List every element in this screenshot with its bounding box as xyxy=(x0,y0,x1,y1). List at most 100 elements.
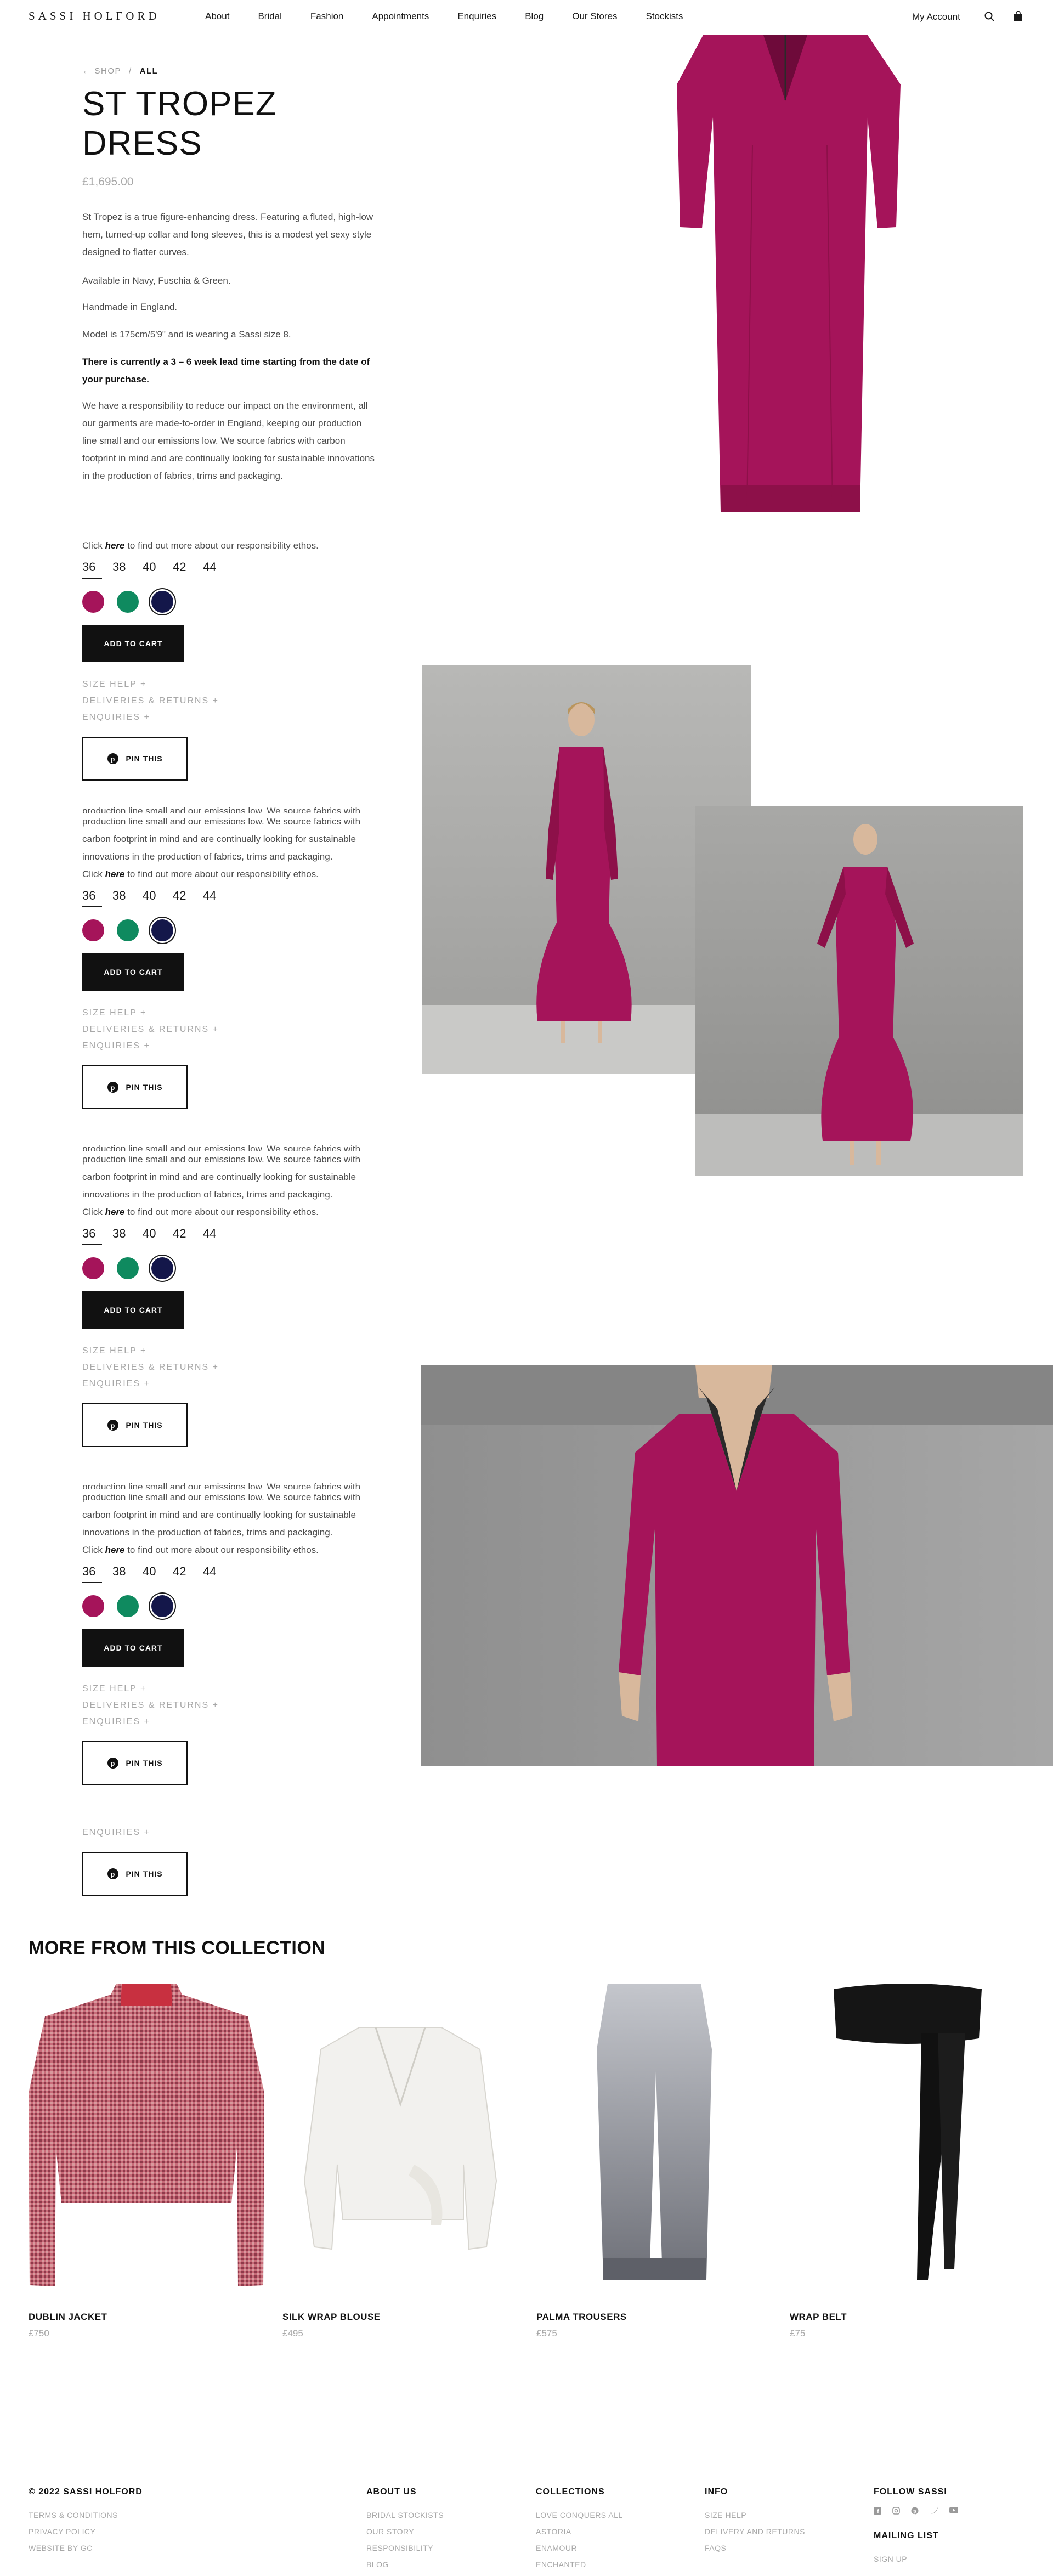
size-option[interactable]: 36 xyxy=(82,1227,102,1245)
instagram-icon[interactable] xyxy=(892,2507,900,2515)
size-help-toggle[interactable]: SIZE HELP + xyxy=(82,1005,389,1021)
pinterest-icon[interactable]: p xyxy=(911,2507,919,2515)
swatch-fuchsia[interactable] xyxy=(82,1595,104,1617)
size-option[interactable]: 42 xyxy=(173,560,203,579)
nav-our-stores[interactable]: Our Stores xyxy=(572,11,617,22)
breadcrumb-shop[interactable]: SHOP xyxy=(95,66,122,76)
swatch-green[interactable] xyxy=(117,1595,139,1617)
add-to-cart-button[interactable]: ADD TO CART xyxy=(82,953,184,991)
size-help-toggle[interactable]: SIZE HELP + xyxy=(82,1343,389,1359)
responsibility-link[interactable]: here xyxy=(105,1545,125,1555)
enquiries-toggle[interactable]: ENQUIRIES + xyxy=(82,1714,389,1730)
size-option[interactable]: 44 xyxy=(203,560,233,579)
collection-item-image[interactable] xyxy=(536,1984,772,2291)
footer-link[interactable]: BRIDAL STOCKISTS xyxy=(366,2507,444,2523)
search-icon[interactable] xyxy=(984,12,994,21)
swatch-fuchsia[interactable] xyxy=(82,1257,104,1279)
add-to-cart-button[interactable]: ADD TO CART xyxy=(82,1629,184,1667)
responsibility-link[interactable]: here xyxy=(105,540,125,551)
size-option[interactable]: 36 xyxy=(82,1564,102,1583)
footer-link[interactable]: SIZE HELP xyxy=(705,2507,805,2523)
add-to-cart-button[interactable]: ADD TO CART xyxy=(82,1291,184,1329)
deliveries-returns-toggle[interactable]: DELIVERIES & RETURNS + xyxy=(82,1697,389,1714)
youtube-icon[interactable] xyxy=(949,2507,958,2513)
swatch-fuchsia[interactable] xyxy=(82,919,104,941)
swatch-green[interactable] xyxy=(117,919,139,941)
twitter-icon[interactable] xyxy=(930,2507,938,2515)
brand-logo[interactable]: SASSI HOLFORD xyxy=(29,9,160,23)
collection-item-image[interactable] xyxy=(790,1984,1026,2291)
pin-this-button[interactable]: p PIN THIS xyxy=(82,1403,188,1447)
nav-fashion[interactable]: Fashion xyxy=(310,11,343,22)
product-image-front[interactable] xyxy=(670,35,901,512)
enquiries-toggle[interactable]: ENQUIRIES + xyxy=(82,1824,389,1841)
collection-item-name[interactable]: SILK WRAP BLOUSE xyxy=(282,2312,381,2323)
nav-blog[interactable]: Blog xyxy=(525,11,544,22)
product-image-detail[interactable] xyxy=(421,1365,1053,1766)
size-option[interactable]: 40 xyxy=(143,889,173,907)
nav-appointments[interactable]: Appointments xyxy=(372,11,429,22)
footer-link-privacy[interactable]: PRIVACY POLICY xyxy=(29,2523,143,2540)
pin-this-button[interactable]: p PIN THIS xyxy=(82,1852,188,1896)
back-arrow-icon[interactable]: ← xyxy=(82,66,92,76)
responsibility-link[interactable]: here xyxy=(105,1207,125,1217)
shopping-bag-icon[interactable] xyxy=(1014,11,1023,21)
size-option[interactable]: 42 xyxy=(173,889,203,907)
size-option[interactable]: 42 xyxy=(173,1227,203,1245)
footer-link[interactable]: OUR STORY xyxy=(366,2523,444,2540)
swatch-green[interactable] xyxy=(117,1257,139,1279)
size-option[interactable]: 36 xyxy=(82,889,102,907)
enquiries-toggle[interactable]: ENQUIRIES + xyxy=(82,709,389,726)
enquiries-toggle[interactable]: ENQUIRIES + xyxy=(82,1376,389,1392)
mailing-signup-link[interactable]: SIGN UP xyxy=(874,2551,958,2567)
footer-link[interactable]: LOVE CONQUERS ALL xyxy=(536,2507,623,2523)
size-option[interactable]: 40 xyxy=(143,560,173,579)
deliveries-returns-toggle[interactable]: DELIVERIES & RETURNS + xyxy=(82,693,389,709)
pin-this-button[interactable]: p PIN THIS xyxy=(82,1741,188,1785)
size-option[interactable]: 40 xyxy=(143,1227,173,1245)
breadcrumb-current[interactable]: ALL xyxy=(140,66,158,76)
swatch-navy[interactable] xyxy=(151,1595,173,1617)
enquiries-toggle[interactable]: ENQUIRIES + xyxy=(82,1038,389,1054)
product-image-model-2[interactable] xyxy=(695,806,1023,1176)
size-help-toggle[interactable]: SIZE HELP + xyxy=(82,676,389,693)
size-option[interactable]: 36 xyxy=(82,560,102,579)
add-to-cart-button[interactable]: ADD TO CART xyxy=(82,625,184,662)
deliveries-returns-toggle[interactable]: DELIVERIES & RETURNS + xyxy=(82,1021,389,1038)
size-option[interactable]: 40 xyxy=(143,1564,173,1583)
footer-link[interactable]: RESPONSIBILITY xyxy=(366,2540,444,2556)
nav-bridal[interactable]: Bridal xyxy=(258,11,281,22)
nav-about[interactable]: About xyxy=(205,11,229,22)
swatch-navy[interactable] xyxy=(151,591,173,613)
footer-link[interactable]: ENAMOUR xyxy=(536,2540,623,2556)
size-option[interactable]: 44 xyxy=(203,1564,233,1583)
nav-stockists[interactable]: Stockists xyxy=(646,11,683,22)
size-option[interactable]: 44 xyxy=(203,889,233,907)
swatch-navy[interactable] xyxy=(151,1257,173,1279)
footer-link[interactable]: FAQS xyxy=(705,2540,805,2556)
footer-link-website-by[interactable]: WEBSITE BY GC xyxy=(29,2540,143,2556)
footer-link[interactable]: BLOG xyxy=(366,2556,444,2573)
size-option[interactable]: 38 xyxy=(112,1227,143,1245)
footer-link[interactable]: DELIVERY AND RETURNS xyxy=(705,2523,805,2540)
size-option[interactable]: 42 xyxy=(173,1564,203,1583)
size-option[interactable]: 44 xyxy=(203,1227,233,1245)
collection-item-image[interactable] xyxy=(282,1984,518,2291)
swatch-fuchsia[interactable] xyxy=(82,591,104,613)
my-account-link[interactable]: My Account xyxy=(912,12,960,22)
size-option[interactable]: 38 xyxy=(112,889,143,907)
deliveries-returns-toggle[interactable]: DELIVERIES & RETURNS + xyxy=(82,1359,389,1376)
size-option[interactable]: 38 xyxy=(112,1564,143,1583)
swatch-green[interactable] xyxy=(117,591,139,613)
pin-this-button[interactable]: p PIN THIS xyxy=(82,1065,188,1109)
footer-link-terms[interactable]: TERMS & CONDITIONS xyxy=(29,2507,143,2523)
collection-item-name[interactable]: WRAP BELT xyxy=(790,2312,847,2323)
nav-enquiries[interactable]: Enquiries xyxy=(457,11,496,22)
collection-item-image[interactable] xyxy=(29,1984,264,2291)
size-option[interactable]: 38 xyxy=(112,560,143,579)
collection-item-name[interactable]: DUBLIN JACKET xyxy=(29,2312,107,2323)
collection-item-name[interactable]: PALMA TROUSERS xyxy=(536,2312,627,2323)
pin-this-button[interactable]: p PIN THIS xyxy=(82,737,188,781)
footer-link[interactable]: ASTORIA xyxy=(536,2523,623,2540)
footer-link[interactable]: ENCHANTED xyxy=(536,2556,623,2573)
